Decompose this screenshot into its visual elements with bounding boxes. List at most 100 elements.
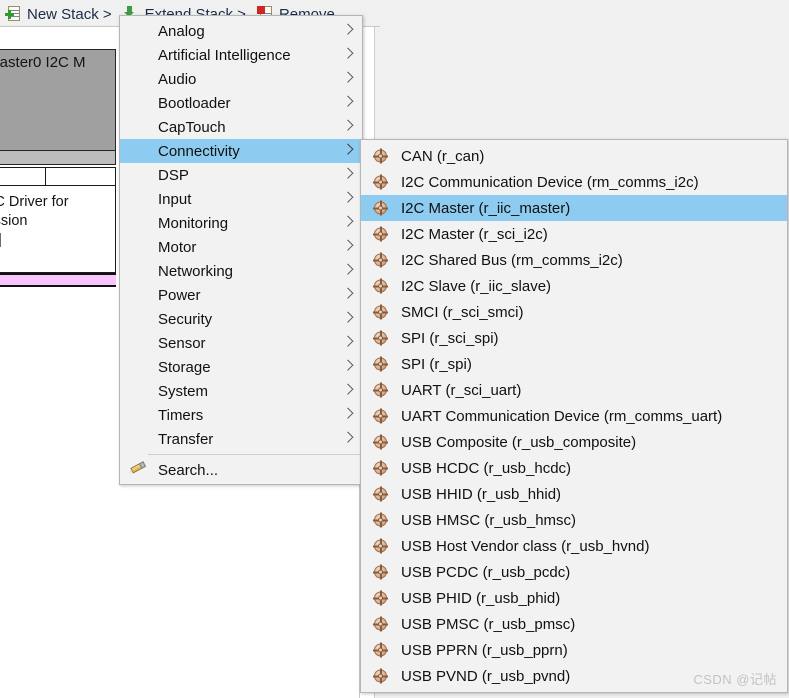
menu-item-transfer[interactable]: Transfer <box>120 427 362 451</box>
submenu-item-usb-phid[interactable]: USB PHID (r_usb_phid) <box>361 585 787 611</box>
module-compass-icon <box>373 382 388 398</box>
submenu-item-smci-label: SMCI (r_sci_smci) <box>401 303 524 321</box>
menu-item-security-label: Security <box>158 310 213 328</box>
menu-item-search-label: Search... <box>158 461 219 479</box>
diagram-node-dtc-driver-header <box>0 168 115 186</box>
menu-item-captouch-label: CapTouch <box>158 118 226 136</box>
module-compass-icon <box>373 460 388 476</box>
submenu-item-spi-sci[interactable]: SPI (r_sci_spi) <box>361 325 787 351</box>
module-compass-icon <box>373 148 388 164</box>
menu-item-power[interactable]: Power <box>120 283 362 307</box>
submenu-item-i2c-master-sci-label: I2C Master (r_sci_i2c) <box>401 225 548 243</box>
connectivity-submenu: CAN (r_can) I2C Communication Device (rm… <box>360 139 788 693</box>
menu-item-system[interactable]: System <box>120 379 362 403</box>
menu-item-sensor[interactable]: Sensor <box>120 331 362 355</box>
submenu-item-usb-pcdc[interactable]: USB PCDC (r_usb_pcdc) <box>361 559 787 585</box>
chevron-right-icon <box>342 287 354 299</box>
menu-item-audio[interactable]: Audio <box>120 67 362 91</box>
pencil-search-icon <box>126 460 148 480</box>
menu-item-search[interactable]: Search... <box>120 458 362 482</box>
submenu-item-usb-host-vendor-class[interactable]: USB Host Vendor class (r_usb_hvnd) <box>361 533 787 559</box>
submenu-item-smci[interactable]: SMCI (r_sci_smci) <box>361 299 787 325</box>
menu-item-power-label: Power <box>158 286 201 304</box>
submenu-item-usb-composite-label: USB Composite (r_usb_composite) <box>401 433 637 451</box>
chevron-right-icon <box>342 215 354 227</box>
module-compass-icon <box>373 512 388 528</box>
module-compass-icon <box>373 278 388 294</box>
submenu-item-can-label: CAN (r_can) <box>401 147 485 165</box>
module-compass-icon <box>373 356 388 372</box>
diagram-node-dtc-driver[interactable]: d DTC Driver for nsmission tional] <box>0 167 116 273</box>
submenu-item-can[interactable]: CAN (r_can) <box>361 143 787 169</box>
module-compass-icon <box>373 200 388 216</box>
diagram-node-dtc-driver-line-2: nsmission <box>0 213 28 229</box>
submenu-item-i2c-master-iic-label: I2C Master (r_iic_master) <box>401 199 571 217</box>
diagram-node-i2c-master-footer <box>0 151 116 165</box>
module-compass-icon <box>373 564 388 580</box>
submenu-item-i2c-communication-device[interactable]: I2C Communication Device (rm_comms_i2c) <box>361 169 787 195</box>
chevron-right-icon <box>342 47 354 59</box>
module-compass-icon <box>373 174 388 190</box>
diagram-node-i2c-master[interactable]: 2c_master0 I2C M <box>0 49 116 151</box>
submenu-item-usb-hmsc[interactable]: USB HMSC (r_usb_hmsc) <box>361 507 787 533</box>
submenu-item-uart[interactable]: UART (r_sci_uart) <box>361 377 787 403</box>
menu-item-input[interactable]: Input <box>120 187 362 211</box>
menu-item-monitoring[interactable]: Monitoring <box>120 211 362 235</box>
submenu-item-i2c-communication-device-label: I2C Communication Device (rm_comms_i2c) <box>401 173 699 191</box>
menu-item-captouch[interactable]: CapTouch <box>120 115 362 139</box>
menu-item-motor[interactable]: Motor <box>120 235 362 259</box>
submenu-item-i2c-master-iic[interactable]: I2C Master (r_iic_master) <box>361 195 787 221</box>
menu-item-bootloader[interactable]: Bootloader <box>120 91 362 115</box>
module-compass-icon <box>373 434 388 450</box>
menu-item-storage[interactable]: Storage <box>120 355 362 379</box>
submenu-item-usb-pprn[interactable]: USB PPRN (r_usb_pprn) <box>361 637 787 663</box>
chevron-right-icon <box>342 143 354 155</box>
submenu-item-usb-pmsc-label: USB PMSC (r_usb_pmsc) <box>401 615 576 633</box>
chevron-right-icon <box>342 311 354 323</box>
menu-item-timers-label: Timers <box>158 406 204 424</box>
submenu-item-usb-composite[interactable]: USB Composite (r_usb_composite) <box>361 429 787 455</box>
chevron-right-icon <box>342 23 354 35</box>
diagram-node-dtc-driver-line-3: tional] <box>0 231 109 250</box>
submenu-item-usb-pmsc[interactable]: USB PMSC (r_usb_pmsc) <box>361 611 787 637</box>
stack-category-context-menu: Analog Artificial Intelligence Audio Boo… <box>119 15 363 485</box>
submenu-item-usb-hhid-label: USB HHID (r_usb_hhid) <box>401 485 562 503</box>
module-compass-icon <box>373 304 388 320</box>
submenu-item-usb-pprn-label: USB PPRN (r_usb_pprn) <box>401 641 568 659</box>
new-stack-label: New Stack > <box>27 5 112 23</box>
menu-item-dsp-label: DSP <box>158 166 189 184</box>
module-compass-icon <box>373 486 388 502</box>
module-compass-icon <box>373 642 388 658</box>
module-compass-icon <box>373 330 388 346</box>
menu-item-storage-label: Storage <box>158 358 211 376</box>
submenu-item-i2c-shared-bus[interactable]: I2C Shared Bus (rm_comms_i2c) <box>361 247 787 273</box>
document-add-icon <box>5 5 22 22</box>
menu-item-artificial-intelligence[interactable]: Artificial Intelligence <box>120 43 362 67</box>
menu-separator <box>148 454 360 455</box>
chevron-right-icon <box>342 263 354 275</box>
new-stack-button[interactable]: New Stack > <box>5 5 112 22</box>
submenu-item-usb-hhid[interactable]: USB HHID (r_usb_hhid) <box>361 481 787 507</box>
submenu-item-i2c-slave[interactable]: I2C Slave (r_iic_slave) <box>361 273 787 299</box>
menu-item-security[interactable]: Security <box>120 307 362 331</box>
chevron-right-icon <box>342 359 354 371</box>
menu-item-analog[interactable]: Analog <box>120 19 362 43</box>
editor-background-top-section <box>376 0 788 140</box>
submenu-item-uart-communication-device[interactable]: UART Communication Device (rm_comms_uart… <box>361 403 787 429</box>
menu-item-timers[interactable]: Timers <box>120 403 362 427</box>
submenu-item-usb-hmsc-label: USB HMSC (r_usb_hmsc) <box>401 511 577 529</box>
chevron-right-icon <box>342 167 354 179</box>
menu-item-networking[interactable]: Networking <box>120 259 362 283</box>
chevron-right-icon <box>342 335 354 347</box>
menu-item-dsp[interactable]: DSP <box>120 163 362 187</box>
submenu-item-usb-hcdc[interactable]: USB HCDC (r_usb_hcdc) <box>361 455 787 481</box>
menu-item-audio-label: Audio <box>158 70 197 88</box>
chevron-right-icon <box>342 431 354 443</box>
diagram-node-highlight-band[interactable] <box>0 273 116 287</box>
submenu-item-i2c-master-sci[interactable]: I2C Master (r_sci_i2c) <box>361 221 787 247</box>
menu-item-networking-label: Networking <box>158 262 234 280</box>
submenu-item-spi[interactable]: SPI (r_spi) <box>361 351 787 377</box>
chevron-right-icon <box>342 95 354 107</box>
menu-item-connectivity[interactable]: Connectivity <box>120 139 362 163</box>
module-compass-icon <box>373 668 388 684</box>
